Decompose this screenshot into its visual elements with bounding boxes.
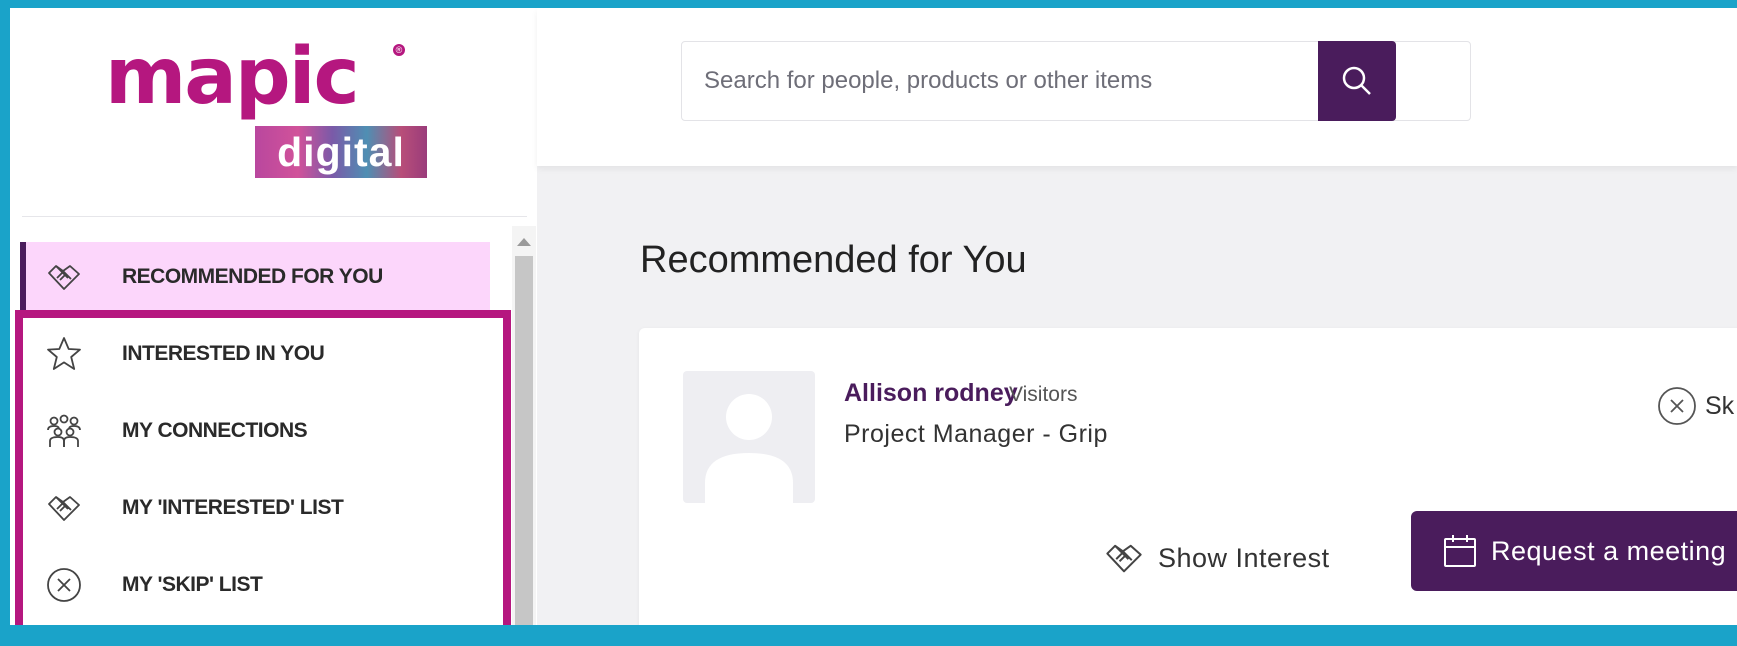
sidebar-divider bbox=[22, 216, 527, 217]
request-meeting-button[interactable]: Request a meeting bbox=[1411, 511, 1737, 591]
close-circle-icon bbox=[46, 567, 82, 603]
top-bar bbox=[537, 8, 1737, 166]
person-name[interactable]: Allison rodney bbox=[844, 379, 1018, 408]
scroll-up-arrow-icon[interactable] bbox=[517, 238, 531, 246]
registered-mark: ® bbox=[393, 44, 405, 56]
handshake-icon bbox=[1106, 544, 1142, 573]
sidebar-item-label: MY 'SKIP' LIST bbox=[122, 573, 263, 596]
sidebar-item-recommended-for-you[interactable]: RECOMMENDED FOR YOU bbox=[20, 242, 490, 312]
handshake-icon bbox=[46, 490, 82, 526]
sidebar-item-label: MY CONNECTIONS bbox=[122, 419, 308, 442]
sidebar-item-my-skip-list[interactable]: MY 'SKIP' LIST bbox=[20, 550, 490, 620]
sidebar-item-label: MY 'INTERESTED' LIST bbox=[122, 496, 344, 519]
person-role: Project Manager - Grip bbox=[844, 420, 1108, 448]
search-input[interactable] bbox=[682, 42, 1426, 120]
sidebar: mapic ® digital RECOMMENDED FOR YOU INTE… bbox=[10, 8, 537, 625]
handshake-icon bbox=[46, 259, 82, 295]
request-meeting-label: Request a meeting bbox=[1491, 535, 1727, 566]
skip-label: Sk bbox=[1705, 391, 1735, 420]
people-icon bbox=[46, 413, 82, 449]
star-icon bbox=[46, 336, 82, 372]
search-button[interactable] bbox=[1318, 41, 1396, 121]
skip-button[interactable]: Sk bbox=[1657, 386, 1734, 426]
logo-word: mapic bbox=[105, 32, 360, 122]
sidebar-item-label: RECOMMENDED FOR YOU bbox=[122, 265, 383, 288]
avatar bbox=[683, 371, 815, 503]
app-frame: mapic ® digital RECOMMENDED FOR YOU INTE… bbox=[10, 8, 1737, 625]
sidebar-item-label: INTERESTED IN YOU bbox=[122, 342, 325, 365]
calendar-icon bbox=[1444, 535, 1476, 567]
close-circle-icon bbox=[1658, 387, 1696, 425]
scrollbar-thumb[interactable] bbox=[515, 256, 533, 625]
recommendation-card: Allison rodney Visitors Project Manager … bbox=[639, 328, 1737, 625]
sidebar-item-interested-in-you[interactable]: INTERESTED IN YOU bbox=[20, 319, 490, 389]
show-interest-label: Show Interest bbox=[1158, 542, 1330, 573]
sidebar-item-my-connections[interactable]: MY CONNECTIONS bbox=[20, 396, 490, 466]
person-type-badge: Visitors bbox=[1009, 383, 1078, 406]
page-title: Recommended for You bbox=[640, 239, 1027, 281]
sidebar-item-my-interested-list[interactable]: MY 'INTERESTED' LIST bbox=[20, 473, 490, 543]
show-interest-button[interactable]: Show Interest bbox=[1104, 528, 1330, 588]
mapic-digital-logo[interactable]: mapic ® digital bbox=[105, 38, 445, 188]
logo-sub: digital bbox=[255, 126, 427, 178]
sidebar-scrollbar[interactable] bbox=[512, 226, 536, 625]
search-icon bbox=[1342, 66, 1371, 95]
